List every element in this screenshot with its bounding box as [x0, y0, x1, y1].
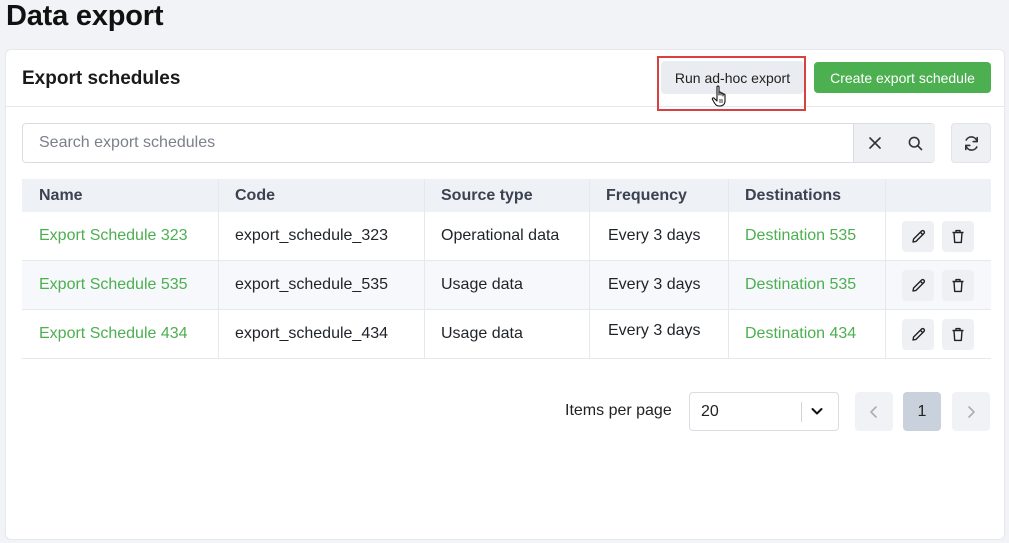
chevron-down-icon	[811, 408, 823, 415]
card-title: Export schedules	[22, 68, 181, 89]
trash-icon	[952, 229, 964, 244]
edit-icon	[911, 229, 925, 243]
search-icon	[908, 136, 923, 150]
refresh-button[interactable]	[951, 123, 991, 163]
schedule-code: export_schedule_434	[235, 325, 389, 342]
search-button[interactable]	[895, 124, 936, 162]
trash-icon	[952, 327, 964, 342]
column-header-name[interactable]: Name	[39, 179, 83, 212]
schedule-source-type: Usage data	[441, 325, 523, 342]
table-header: Name Code Source type Frequency Destinat…	[22, 179, 991, 212]
schedule-name-link[interactable]: Export Schedule 535	[39, 261, 188, 309]
run-adhoc-export-button[interactable]: Run ad-hoc export	[661, 61, 804, 94]
table-row: Export Schedule 434 export_schedule_434 …	[22, 310, 991, 359]
search-bar	[22, 123, 935, 163]
column-header-frequency[interactable]: Frequency	[606, 179, 687, 212]
schedule-frequency: Every 3 days	[608, 276, 701, 293]
chevron-left-icon	[870, 405, 877, 418]
items-per-page-value: 20	[701, 403, 719, 420]
schedule-frequency: Every 3 days	[608, 322, 701, 339]
export-schedules-card: Export schedules Run ad-hoc export Creat…	[5, 49, 1005, 540]
chevron-right-icon	[968, 405, 975, 418]
page-number-button[interactable]: 1	[903, 392, 941, 431]
clear-search-button[interactable]	[854, 124, 895, 162]
destination-link[interactable]: Destination 535	[745, 261, 856, 309]
items-per-page-label: Items per page	[565, 402, 672, 419]
schedule-name-link[interactable]: Export Schedule 434	[39, 310, 188, 358]
refresh-icon	[964, 135, 978, 151]
edit-icon	[911, 278, 925, 292]
page-title: Data export	[6, 0, 164, 32]
edit-button[interactable]	[902, 270, 934, 301]
previous-page-button[interactable]	[855, 392, 893, 431]
card-header: Export schedules Run ad-hoc export Creat…	[6, 50, 1004, 111]
schedule-frequency: Every 3 days	[608, 227, 701, 244]
search-buttons	[853, 124, 935, 162]
delete-button[interactable]	[942, 221, 974, 252]
schedule-name-link[interactable]: Export Schedule 323	[39, 212, 188, 260]
destination-link[interactable]: Destination 434	[745, 310, 856, 358]
column-header-destinations[interactable]: Destinations	[745, 179, 841, 212]
next-page-button[interactable]	[952, 392, 990, 431]
delete-button[interactable]	[942, 319, 974, 350]
edit-button[interactable]	[902, 319, 934, 350]
schedule-code: export_schedule_535	[235, 276, 389, 293]
table-row: Export Schedule 323 export_schedule_323 …	[22, 212, 991, 261]
destination-link[interactable]: Destination 535	[745, 212, 856, 260]
items-per-page-select[interactable]: 20	[689, 392, 839, 431]
schedule-source-type: Usage data	[441, 276, 523, 293]
trash-icon	[952, 278, 964, 293]
delete-button[interactable]	[942, 270, 974, 301]
hand-cursor-icon	[711, 85, 726, 107]
schedule-source-type: Operational data	[441, 227, 560, 244]
edit-icon	[911, 327, 925, 341]
search-input[interactable]	[23, 124, 853, 162]
schedule-code: export_schedule_323	[235, 227, 389, 244]
column-header-source-type[interactable]: Source type	[441, 179, 533, 212]
clear-icon	[868, 137, 881, 149]
export-schedules-table: Name Code Source type Frequency Destinat…	[22, 179, 991, 359]
column-header-code[interactable]: Code	[235, 179, 275, 212]
edit-button[interactable]	[902, 221, 934, 252]
table-row: Export Schedule 535 export_schedule_535 …	[22, 261, 991, 310]
create-export-schedule-button[interactable]: Create export schedule	[814, 62, 991, 93]
